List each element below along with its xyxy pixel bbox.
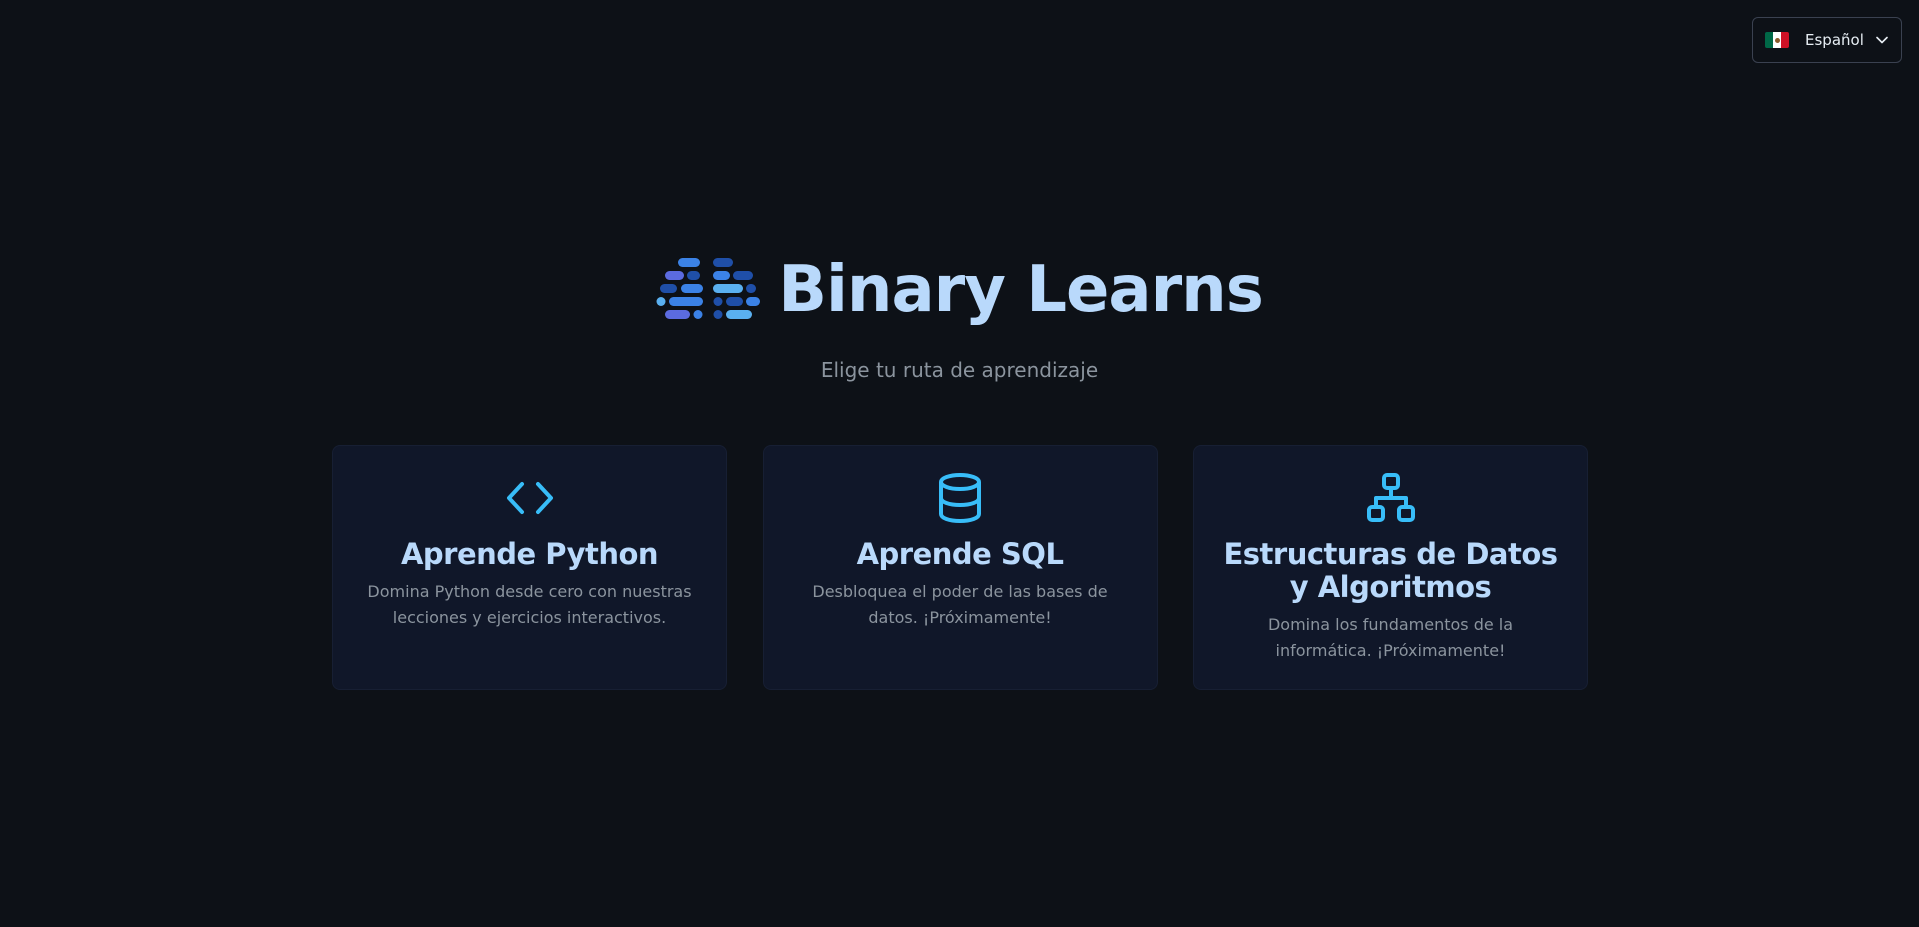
card-dsa[interactable]: Estructuras de Datos y Algoritmos Domina… xyxy=(1193,445,1588,690)
code-brackets-icon xyxy=(504,472,556,524)
chevron-down-icon xyxy=(1875,33,1889,47)
card-title: Estructuras de Datos y Algoritmos xyxy=(1223,537,1558,604)
sitemap-icon xyxy=(1365,472,1417,524)
brand-title: Binary Learns xyxy=(778,253,1264,327)
learning-paths: Aprende Python Domina Python desde cero … xyxy=(332,445,1588,690)
card-description: Domina Python desde cero con nuestras le… xyxy=(367,582,692,627)
card-title: Aprende SQL xyxy=(856,537,1064,571)
database-icon xyxy=(934,472,986,524)
card-title: Aprende Python xyxy=(400,537,659,571)
page-subtitle: Elige tu ruta de aprendizaje xyxy=(820,358,1099,382)
card-description: Desbloquea el poder de las bases de dato… xyxy=(812,582,1108,627)
landing-page: Español Binary Learns Elige tu ruta de a… xyxy=(0,0,1919,927)
card-python[interactable]: Aprende Python Domina Python desde cero … xyxy=(332,445,727,690)
language-selector[interactable]: Español xyxy=(1752,17,1902,63)
brand-header: Binary Learns xyxy=(0,250,1919,330)
card-sql[interactable]: Aprende SQL Desbloquea el poder de las b… xyxy=(762,445,1158,690)
mexico-flag-icon xyxy=(1765,32,1789,48)
language-selected-label: Español xyxy=(1805,31,1864,49)
card-description: Domina los fundamentos de la informática… xyxy=(1267,615,1514,660)
binary-logo-icon xyxy=(656,258,761,319)
